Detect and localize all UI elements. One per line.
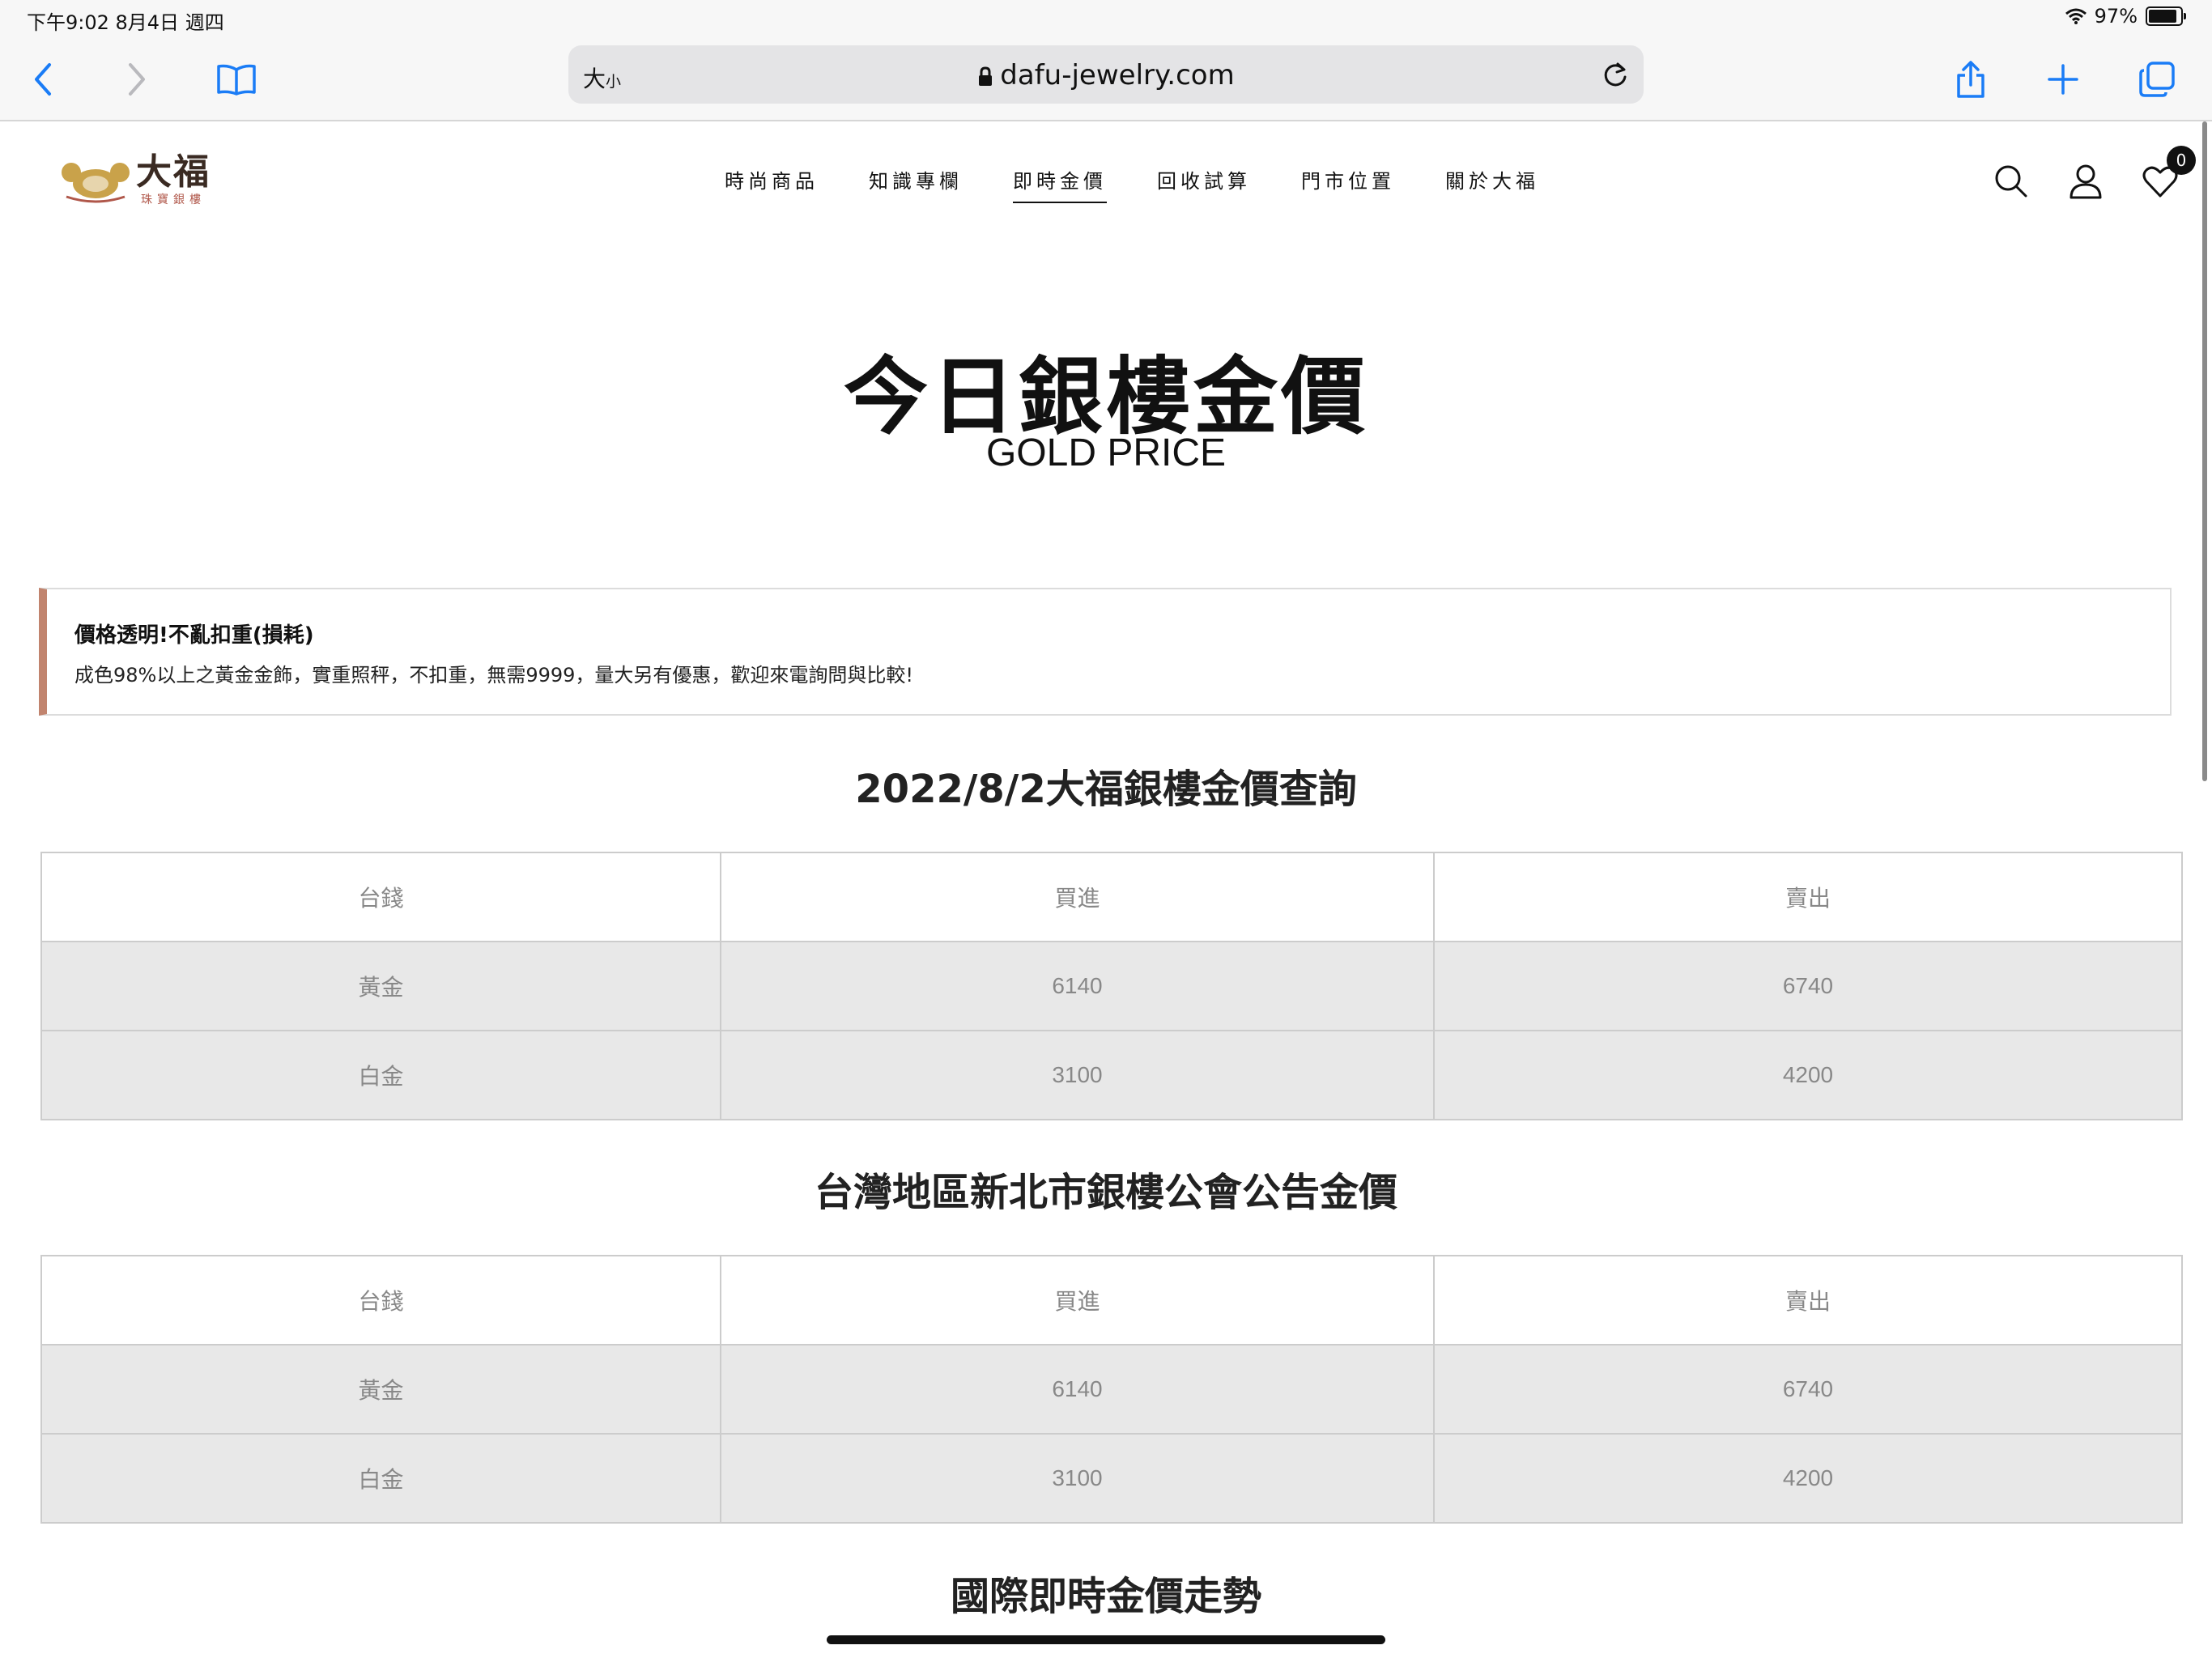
- table-row: 白金 3100 4200: [40, 1030, 2183, 1120]
- status-right: 97%: [2065, 5, 2186, 28]
- nav-store-locations[interactable]: 門市位置: [1301, 165, 1395, 203]
- header-actions: 0: [1992, 146, 2196, 201]
- buy-price-cell: 3100: [720, 1030, 1435, 1120]
- browser-toolbar: 大小 dafu-jewelry.com: [0, 39, 2212, 121]
- site-logo[interactable]: 大福 珠寶銀樓: [60, 152, 214, 209]
- metal-cell: 黃金: [40, 941, 721, 1031]
- back-button[interactable]: [15, 50, 73, 108]
- wishlist-count-badge: 0: [2167, 146, 2196, 175]
- section-title-gold-trend: 國際即時金價走勢: [950, 1574, 1261, 1619]
- buy-price-cell: 3100: [720, 1433, 1435, 1524]
- logo-emblem-icon: [62, 163, 130, 203]
- page-subtitle: GOLD PRICE: [985, 432, 1227, 474]
- site-header: 大福 珠寶銀樓 時尚商品 知識專欄 即時金價 回收試算 門市位置 關於大福 0: [0, 121, 2212, 239]
- reload-icon[interactable]: [1602, 60, 1629, 89]
- wifi-icon: [2065, 8, 2087, 24]
- column-header: 買進: [720, 1255, 1435, 1346]
- table-header-row: 台錢 買進 賣出: [40, 1255, 2183, 1346]
- nav-about[interactable]: 關於大福: [1445, 165, 1539, 203]
- search-button[interactable]: [1992, 162, 2031, 201]
- share-icon: [1957, 61, 1984, 98]
- home-indicator[interactable]: [827, 1635, 1385, 1644]
- metal-cell: 白金: [40, 1433, 721, 1524]
- price-notice: 價格透明!不亂扣重(損耗) 成色98%以上之黃金金飾，實重照秤，不扣重，無需99…: [39, 588, 2172, 716]
- user-icon: [2069, 164, 2102, 199]
- battery-percent: 97%: [2094, 5, 2138, 28]
- nav-knowledge-column[interactable]: 知識專欄: [869, 165, 963, 203]
- nav-fashion-products[interactable]: 時尚商品: [725, 165, 819, 203]
- new-tab-button[interactable]: [2034, 50, 2092, 108]
- guild-price-table: 台錢 買進 賣出 黃金 6140 6740 白金 3100 4200: [40, 1255, 2183, 1524]
- table-row: 黃金 6140 6740: [40, 941, 2183, 1031]
- battery-icon: [2146, 6, 2186, 26]
- section-title-store-price: 2022/8/2大福銀樓金價查詢: [855, 767, 1357, 812]
- status-bar: 下午9:02 8月4日 週四 97%: [0, 0, 2212, 39]
- logo-main-text: 大福: [136, 151, 211, 193]
- table-row: 白金 3100 4200: [40, 1433, 2183, 1524]
- address-bar[interactable]: 大小 dafu-jewelry.com: [568, 45, 1644, 104]
- store-price-table: 台錢 買進 賣出 黃金 6140 6740 白金 3100 4200: [40, 852, 2183, 1120]
- column-header: 買進: [720, 852, 1435, 942]
- chevron-right-icon: [129, 63, 145, 96]
- share-button[interactable]: [1942, 50, 2000, 108]
- metal-cell: 黃金: [40, 1344, 721, 1435]
- notice-title: 價格透明!不亂扣重(損耗): [74, 623, 314, 648]
- url-text: dafu-jewelry.com: [1000, 59, 1235, 91]
- logo-sub-text: 珠寶銀樓: [141, 193, 206, 206]
- sell-price-cell: 4200: [1433, 1030, 2183, 1120]
- buy-price-cell: 6140: [720, 1344, 1435, 1435]
- lock-icon: [979, 66, 993, 86]
- metal-cell: 白金: [40, 1030, 721, 1120]
- sell-price-cell: 6740: [1433, 941, 2183, 1031]
- page-scrollbar[interactable]: [2202, 121, 2207, 781]
- column-header: 賣出: [1433, 1255, 2183, 1346]
- column-header: 賣出: [1433, 852, 2183, 942]
- url-display: dafu-jewelry.com: [568, 59, 1644, 91]
- wishlist-button[interactable]: 0: [2141, 146, 2196, 201]
- column-header: 台錢: [40, 1255, 721, 1346]
- table-row: 黃金 6140 6740: [40, 1344, 2183, 1435]
- tabs-icon: [2139, 62, 2175, 97]
- book-icon: [217, 64, 256, 96]
- sell-price-cell: 4200: [1433, 1433, 2183, 1524]
- section-title-guild-price: 台灣地區新北市銀樓公會公告金價: [814, 1170, 1397, 1215]
- status-time: 下午9:02 8月4日 週四: [27, 11, 224, 34]
- column-header: 台錢: [40, 852, 721, 942]
- bookmarks-button[interactable]: [207, 50, 266, 108]
- nav-recycle-calculator[interactable]: 回收試算: [1157, 165, 1251, 203]
- sell-price-cell: 6740: [1433, 1344, 2183, 1435]
- tabs-overview-button[interactable]: [2128, 50, 2186, 108]
- buy-price-cell: 6140: [720, 941, 1435, 1031]
- notice-text: 成色98%以上之黃金金飾，實重照秤，不扣重，無需9999，量大另有優惠，歡迎來電…: [74, 664, 914, 687]
- nav-live-gold-price[interactable]: 即時金價: [1013, 165, 1107, 203]
- search-icon: [1995, 165, 2027, 198]
- account-button[interactable]: [2066, 162, 2105, 201]
- chevron-left-icon: [35, 63, 51, 96]
- forward-button[interactable]: [107, 50, 165, 108]
- main-nav: 時尚商品 知識專欄 即時金價 回收試算 門市位置 關於大福: [725, 165, 1539, 203]
- table-header-row: 台錢 買進 賣出: [40, 852, 2183, 942]
- plus-icon: [2048, 64, 2078, 95]
